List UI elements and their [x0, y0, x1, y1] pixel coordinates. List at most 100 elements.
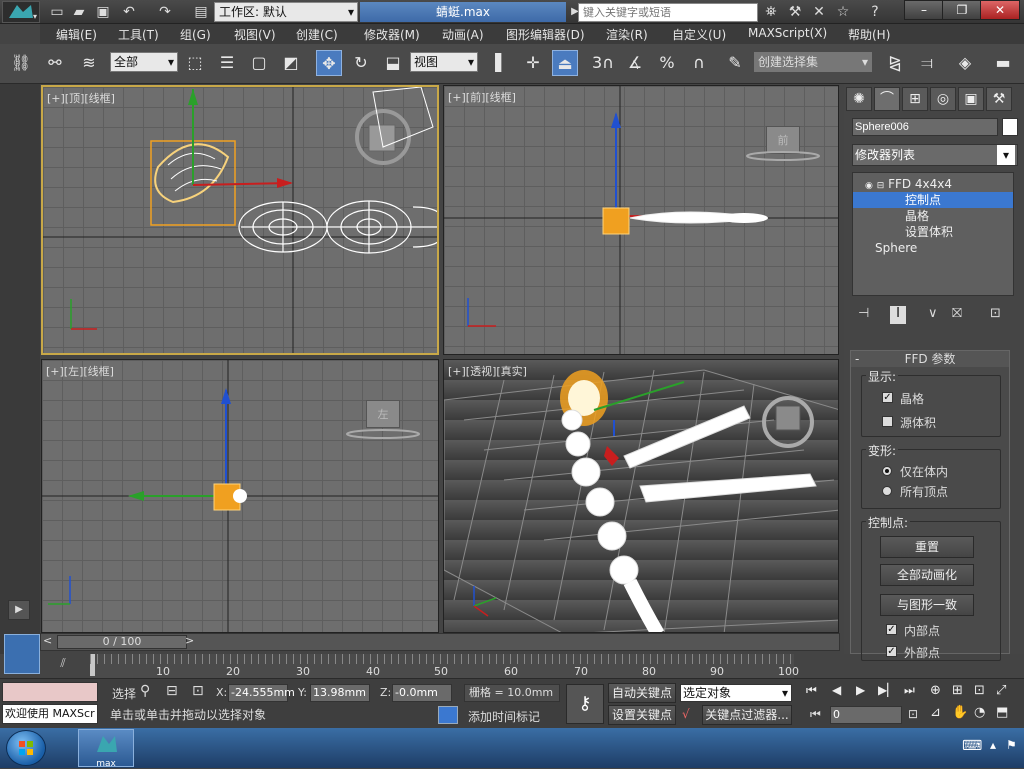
- select-and-manipulate-icon[interactable]: ✛: [520, 50, 546, 76]
- bind-space-warp-icon[interactable]: ≋: [76, 50, 102, 76]
- start-button[interactable]: [6, 730, 46, 766]
- zoom-extents-icon[interactable]: ⊡: [974, 683, 985, 698]
- next-frame-icon[interactable]: ▶▏: [878, 683, 896, 697]
- search-input[interactable]: [578, 3, 758, 22]
- object-name-field[interactable]: [852, 118, 998, 136]
- set-key-button[interactable]: 设置关键点: [608, 705, 676, 725]
- menu-edit[interactable]: 编辑(E): [56, 26, 97, 43]
- menu-graph-editors[interactable]: 图形编辑器(D): [506, 26, 585, 43]
- viewport-layout-icon[interactable]: [4, 634, 40, 674]
- key-filters-button[interactable]: 关键点过滤器...: [702, 705, 792, 725]
- all-vertices-radio[interactable]: [882, 486, 892, 496]
- key-mode-toggle-icon[interactable]: ⏮: [810, 707, 821, 722]
- orbit-icon[interactable]: ◔: [974, 705, 985, 720]
- save-icon[interactable]: ▣: [94, 3, 112, 21]
- favorites-icon[interactable]: ☆: [834, 3, 852, 21]
- utilities-tab-icon[interactable]: ⚒: [986, 87, 1012, 111]
- light-bulb-icon[interactable]: ◉: [865, 181, 873, 191]
- add-time-tag[interactable]: 添加时间标记: [468, 708, 540, 725]
- z-coordinate-field[interactable]: -0.0mm: [392, 684, 452, 702]
- object-color-swatch[interactable]: [1002, 118, 1018, 136]
- modifier-list-dropdown[interactable]: 修改器列表 ▾: [852, 144, 1018, 166]
- select-and-scale-icon[interactable]: ⬓: [380, 50, 406, 76]
- minimize-button[interactable]: –: [904, 0, 944, 20]
- taskbar-3dsmax[interactable]: max: [78, 729, 134, 769]
- pivot-center-icon[interactable]: ▐: [482, 50, 508, 76]
- isolate-selection-icon[interactable]: ⚲: [140, 683, 150, 699]
- display-tab-icon[interactable]: ▣: [958, 87, 984, 111]
- expand-trackview-icon[interactable]: ▶: [8, 600, 30, 620]
- auto-key-button[interactable]: 自动关键点: [608, 683, 676, 703]
- modify-tab-icon[interactable]: ⌒: [874, 87, 900, 111]
- collapse-icon[interactable]: -: [855, 351, 859, 367]
- previous-frame-icon[interactable]: ◀: [832, 683, 841, 697]
- keyboard-icon[interactable]: ⌨: [962, 738, 982, 754]
- motion-tab-icon[interactable]: ◎: [930, 87, 956, 111]
- selection-lock-icon[interactable]: ⊟: [166, 683, 178, 699]
- create-tab-icon[interactable]: ✺: [846, 87, 872, 111]
- subscription-icon[interactable]: ⚒: [786, 3, 804, 21]
- link-icon[interactable]: ⛓: [8, 50, 34, 76]
- snaps-toggle-icon[interactable]: 3∩: [590, 50, 616, 76]
- show-end-result-icon[interactable]: I: [890, 306, 906, 324]
- undo-icon[interactable]: ↶: [120, 3, 138, 21]
- named-selection-set-dropdown[interactable]: 创建选择集 ▾: [754, 52, 872, 72]
- stack-item-set-volume[interactable]: 设置体积: [853, 224, 1013, 240]
- percent-snap-icon[interactable]: %: [654, 50, 680, 76]
- pin-stack-icon[interactable]: ⊣: [858, 306, 869, 321]
- close-button[interactable]: ✕: [980, 0, 1020, 20]
- reset-button[interactable]: 重置: [880, 536, 974, 558]
- stack-item-control-points[interactable]: 控制点: [853, 192, 1013, 208]
- viewport-perspective[interactable]: [+][透视][真实]: [443, 359, 839, 633]
- layer-manager-icon[interactable]: ◈: [952, 50, 978, 76]
- rectangular-selection-icon[interactable]: ▢: [246, 50, 272, 76]
- keyboard-shortcut-override-icon[interactable]: ⏏: [552, 50, 578, 76]
- remove-modifier-icon[interactable]: ⛝: [952, 306, 962, 321]
- time-tag-icon[interactable]: [438, 706, 458, 724]
- x-coordinate-field[interactable]: -24.555mm: [228, 684, 295, 702]
- menu-create[interactable]: 创建(C): [296, 26, 338, 43]
- workspace-dropdown[interactable]: 工作区: 默认 ▾: [214, 2, 358, 22]
- graphite-toolbar-icon[interactable]: ▬: [990, 50, 1016, 76]
- current-frame-field[interactable]: 0: [830, 706, 902, 724]
- tray-expand-icon[interactable]: ▴: [990, 738, 996, 752]
- pan-icon[interactable]: ✋: [952, 705, 968, 720]
- select-and-move-icon[interactable]: ✥: [316, 50, 342, 76]
- stack-item-sphere[interactable]: Sphere: [853, 240, 1013, 256]
- menu-views[interactable]: 视图(V): [234, 26, 276, 43]
- menu-help[interactable]: 帮助(H): [848, 26, 890, 43]
- menu-customize[interactable]: 自定义(U): [672, 26, 726, 43]
- viewport-front[interactable]: [+][前][线框] 前: [443, 85, 839, 355]
- align-icon[interactable]: ⫤: [914, 50, 940, 76]
- time-slider[interactable]: < 0 / 100 >: [40, 633, 840, 651]
- animate-all-button[interactable]: 全部动画化: [880, 564, 974, 586]
- menu-animation[interactable]: 动画(A): [442, 26, 484, 43]
- track-bar[interactable]: 10 20 30 40 50 60 70 80 90 100: [90, 654, 799, 678]
- inside-volume-radio[interactable]: [882, 466, 892, 476]
- zoom-all-icon[interactable]: ⊞: [952, 683, 963, 698]
- app-menu-button[interactable]: ▾: [2, 1, 40, 23]
- maxscript-mini-listener-top[interactable]: [2, 682, 98, 702]
- select-by-name-icon[interactable]: ☰: [214, 50, 240, 76]
- maxscript-mini-listener[interactable]: 欢迎使用 MAXScr: [2, 704, 98, 724]
- new-file-icon[interactable]: ▭: [48, 3, 66, 21]
- zoom-icon[interactable]: ⊕: [930, 683, 941, 698]
- viewport-left[interactable]: [+][左][线框] 左: [41, 359, 439, 633]
- viewport-top[interactable]: [+][顶][线框]: [41, 85, 439, 355]
- time-slider-thumb[interactable]: 0 / 100: [57, 635, 187, 649]
- outside-points-checkbox[interactable]: ✓: [886, 646, 897, 657]
- configure-modifier-sets-icon[interactable]: ⊡: [990, 306, 1001, 321]
- restore-button[interactable]: ❐: [942, 0, 982, 20]
- menu-tools[interactable]: 工具(T): [118, 26, 159, 43]
- source-volume-checkbox[interactable]: [882, 416, 893, 427]
- inside-points-checkbox[interactable]: ✓: [886, 624, 897, 635]
- menu-rendering[interactable]: 渲染(R): [606, 26, 648, 43]
- set-key-icon[interactable]: ⚷: [566, 684, 604, 724]
- tray-flag-icon[interactable]: ⚑: [1006, 738, 1017, 752]
- lattice-checkbox[interactable]: ✓: [882, 392, 893, 403]
- open-file-icon[interactable]: ▰: [70, 3, 88, 21]
- select-object-icon[interactable]: ⬚: [182, 50, 208, 76]
- stack-item-ffd[interactable]: ◉ ⊟ FFD 4x4x4: [853, 176, 1013, 192]
- redo-icon[interactable]: ↷: [156, 3, 174, 21]
- unlink-icon[interactable]: ⚯: [42, 50, 68, 76]
